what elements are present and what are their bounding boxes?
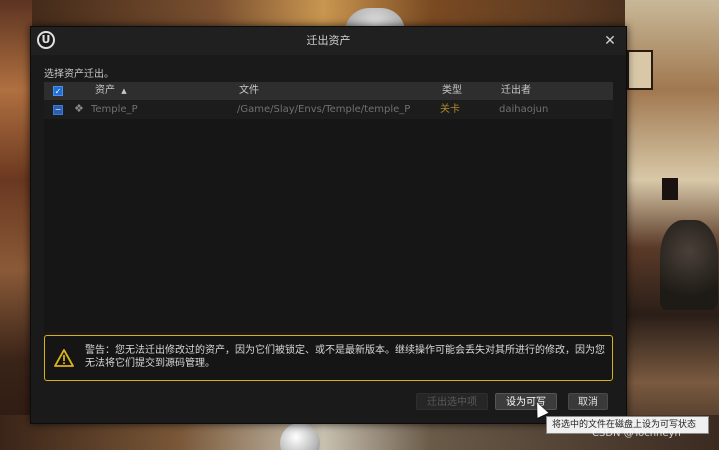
assets-table: ✓ 资产 ▲ 文件 类型 迁出者 − ❖ Temple_P /Game/Slay… (44, 82, 613, 332)
cell-asset: Temple_P (91, 104, 138, 115)
cell-file: /Game/Slay/Envs/Temple/temple_P (237, 104, 411, 115)
sort-ascending-icon: ▲ (121, 87, 127, 95)
make-writable-button[interactable]: 设为可写 (495, 393, 557, 410)
level-asset-icon: ❖ (74, 102, 84, 115)
cell-checked-out-by: daihaojun (499, 104, 549, 115)
column-header-type[interactable]: 类型 (442, 82, 462, 100)
dialog-title: 迁出资产 (306, 34, 351, 47)
left-building (0, 0, 32, 450)
column-header-file[interactable]: 文件 (239, 82, 259, 100)
column-label-asset: 资产 (95, 85, 115, 96)
dialog-prompt: 选择资产迁出。 (44, 69, 114, 80)
warning-icon (54, 349, 74, 367)
table-header: ✓ 资产 ▲ 文件 类型 迁出者 (44, 82, 613, 100)
checkout-selected-button[interactable]: 迁出选中项 (416, 393, 488, 410)
checkout-assets-dialog: U 迁出资产 ✕ 选择资产迁出。 ✓ 资产 ▲ 文件 类型 迁出者 − ❖ Te… (30, 26, 627, 424)
cancel-button[interactable]: 取消 (568, 393, 608, 410)
select-all-checkbox[interactable]: ✓ (53, 86, 63, 96)
watermark: CSDN @Tochneyn (592, 428, 681, 439)
warning-box: 警告：您无法迁出修改过的资产，因为它们被锁定、或不是最新版本。继续操作可能会丢失… (44, 335, 613, 381)
wall-sign (662, 178, 678, 200)
temple-window (627, 50, 653, 90)
row-checkbox[interactable]: − (53, 105, 63, 115)
table-row[interactable]: − ❖ Temple_P /Game/Slay/Envs/Temple/temp… (44, 100, 613, 119)
warning-text: 警告：您无法迁出修改过的资产，因为它们被锁定、或不是最新版本。继续操作可能会丢失… (85, 345, 605, 369)
stone-lion-statue (660, 220, 718, 310)
column-header-checked-out-by[interactable]: 迁出者 (501, 82, 531, 100)
title-bar: U 迁出资产 ✕ (31, 27, 626, 55)
cell-type: 关卡 (440, 104, 460, 115)
column-header-asset[interactable]: 资产 ▲ (95, 82, 127, 100)
close-button[interactable]: ✕ (601, 31, 619, 51)
